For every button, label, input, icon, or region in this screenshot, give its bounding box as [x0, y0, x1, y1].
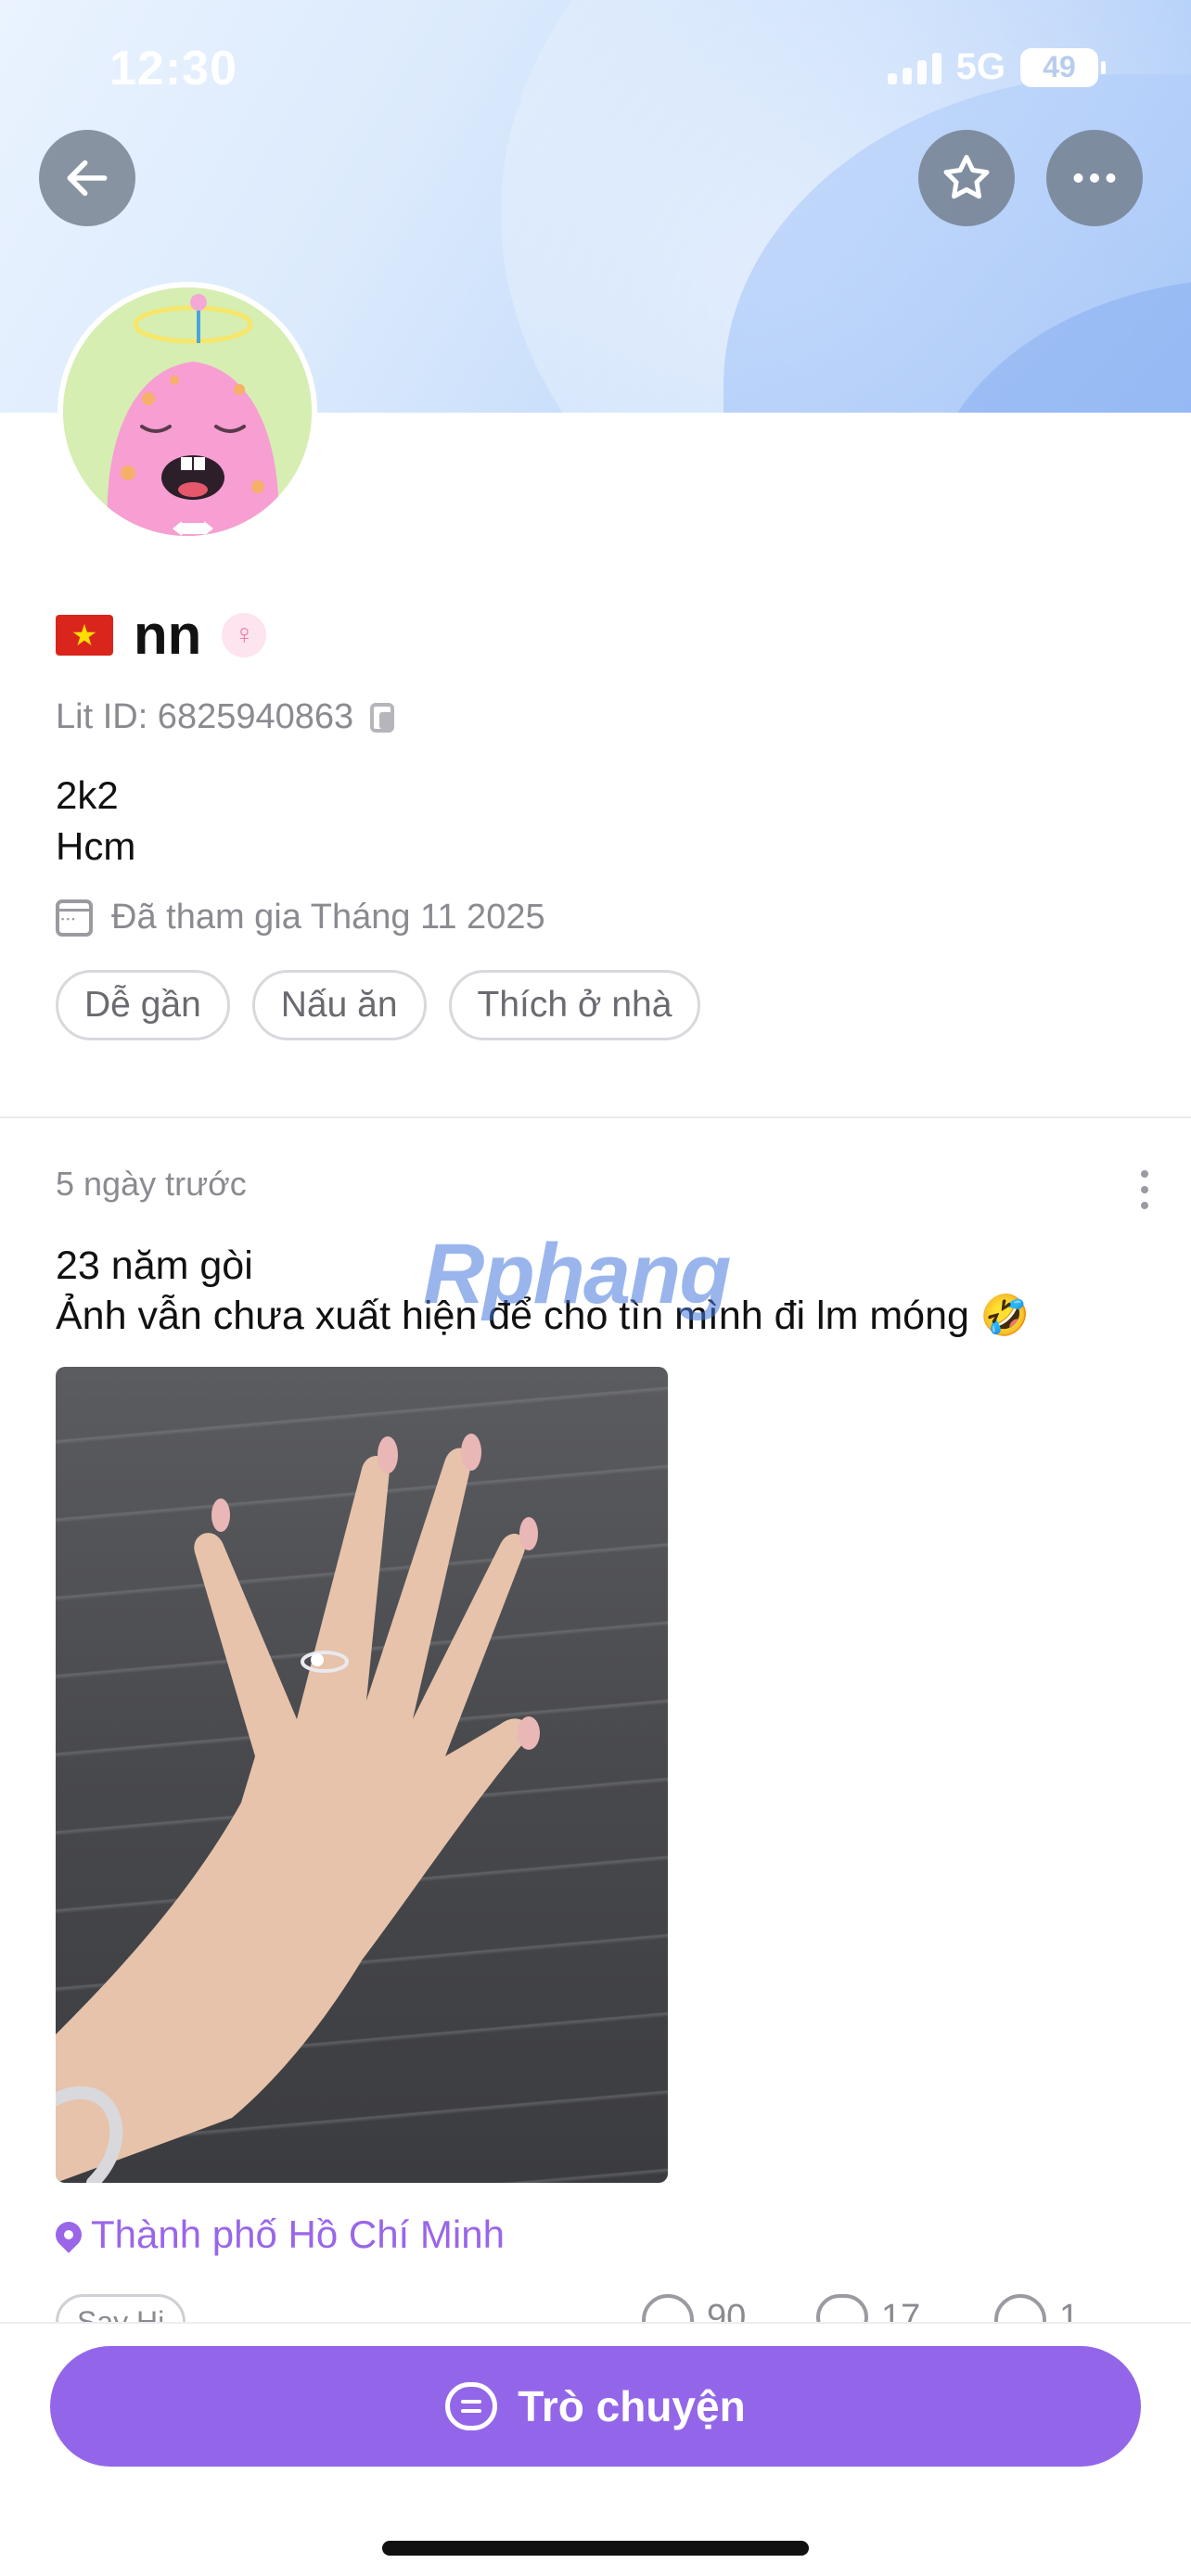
location-text: Thành phố Hồ Chí Minh: [91, 2213, 505, 2256]
post-more-options-icon[interactable]: [1141, 1170, 1150, 1209]
lit-id-text: Lit ID: 6825940863: [56, 697, 354, 736]
comment-count: 17: [881, 2297, 921, 2323]
status-indicators: 5G 49: [887, 46, 1106, 88]
favorite-button[interactable]: [918, 130, 1015, 226]
share-icon: [994, 2294, 1046, 2322]
status-time: 12:30: [109, 42, 237, 96]
more-horizontal-icon: [1073, 173, 1116, 183]
profile-bio: 2k2 Hcm: [56, 770, 135, 872]
profile-name: nn: [134, 604, 202, 666]
home-indicator: [382, 2541, 809, 2556]
female-gender-icon: ♀: [222, 612, 267, 657]
bottom-bar: Trò chuyện: [0, 2322, 1191, 2576]
copy-icon[interactable]: [370, 702, 395, 733]
profile-page: 12:30 5G 49 ★ nn ♀ Lit ID: 6825940863 2k…: [0, 0, 1191, 2576]
star-icon: [943, 155, 990, 199]
joined-date-row: Đã tham gia Tháng 11 2025: [56, 898, 545, 937]
bio-line: Hcm: [56, 824, 136, 868]
avatar[interactable]: [58, 282, 317, 542]
hand-with-ring-image: [56, 1434, 540, 2183]
joined-date-text: Đã tham gia Tháng 11 2025: [111, 898, 545, 937]
interest-tag[interactable]: Dễ gần: [56, 970, 230, 1040]
chat-button[interactable]: Trò chuyện: [50, 2346, 1141, 2467]
chat-button-label: Trò chuyện: [518, 2382, 746, 2430]
battery-icon: 49: [1020, 47, 1106, 87]
watermark-logo: Rphang: [423, 1227, 731, 1321]
back-button[interactable]: [39, 130, 135, 226]
vietnam-flag-icon: [56, 614, 113, 656]
interest-tags: Dễ gần Nấu ăn Thích ở nhà: [56, 970, 701, 1040]
post-location[interactable]: Thành phố Hồ Chí Minh: [50, 2213, 505, 2257]
back-arrow-icon: [67, 159, 108, 197]
calendar-icon: [56, 899, 93, 937]
say-hi-button[interactable]: Say Hi: [56, 2294, 186, 2322]
network-label: 5G: [955, 46, 1005, 87]
interest-tag[interactable]: Thích ở nhà: [448, 970, 701, 1040]
bio-line: 2k2: [56, 773, 119, 817]
share-count: 1: [1059, 2297, 1080, 2323]
comment-button[interactable]: 17: [816, 2294, 920, 2322]
lit-id-row: Lit ID: 6825940863: [56, 697, 395, 737]
more-options-button[interactable]: [1046, 130, 1143, 226]
interest-tag[interactable]: Nấu ăn: [251, 970, 427, 1040]
post-actions: Say Hi 90 17 1: [0, 2290, 1191, 2322]
signal-icon: [887, 51, 941, 84]
avatar-character-image: [63, 287, 312, 536]
profile-name-row: nn ♀: [56, 603, 267, 667]
like-count: 90: [707, 2297, 747, 2323]
like-button[interactable]: 90: [642, 2294, 746, 2322]
section-divider: [0, 1116, 1191, 1118]
chat-icon: [445, 2382, 498, 2430]
post-timestamp: 5 ngày trước: [56, 1165, 247, 1203]
location-pin-icon: [50, 2216, 87, 2253]
heart-icon: [642, 2294, 694, 2322]
post-photo[interactable]: [56, 1367, 668, 2183]
comment-icon: [816, 2294, 868, 2322]
share-button[interactable]: 1: [994, 2294, 1079, 2322]
